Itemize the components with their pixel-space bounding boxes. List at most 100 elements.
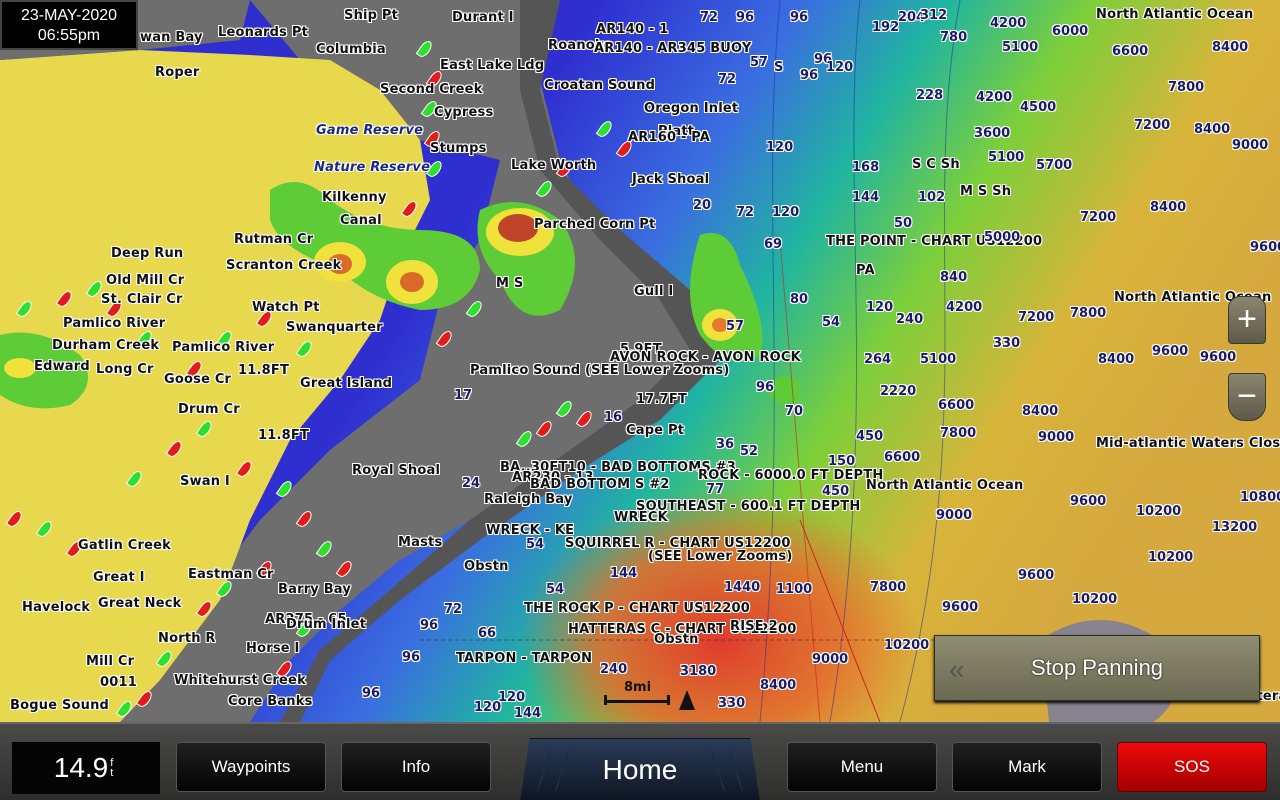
sos-button[interactable]: SOS [1117,742,1267,792]
chart-map[interactable]: Ship Pt Durant I wan Bay Leonards Pt Columbi… [0,0,1280,722]
place-label: AR160 - PA [628,130,711,145]
depth-sounding: 10200 [1148,550,1194,565]
place-label: Masts [398,535,443,550]
place-label: Core Banks [228,694,313,709]
depth-sounding: 7800 [940,426,977,441]
place-label: Oregon Inlet [644,101,739,116]
place-label: Whitehurst Creek [174,673,306,688]
home-button[interactable]: Home [520,738,760,800]
depth-sounding: S [774,60,784,75]
place-label: M S [496,276,524,291]
depth-sounding: 4200 [976,90,1013,105]
depth-sounding: 240 [896,312,924,327]
place-label: Ship Pt [344,8,399,23]
double-chevron-left-icon: « [949,654,965,685]
home-label: Home [602,754,678,785]
depth-sounding: 840 [940,270,968,285]
depth-sounding: 120 [772,205,800,220]
place-label: Pamlico River [172,340,275,355]
info-button[interactable]: Info [341,742,491,792]
depth-sounding: 9600 [1152,344,1189,359]
place-label: Durham Creek [52,338,160,353]
depth-sounding: 9600 [942,600,979,615]
bottom-toolbar: 14.9 ft Waypoints Info Home Menu Mark SO… [0,722,1280,800]
depth-sounding: 72 [718,72,737,87]
scale-bar: 8mi [604,680,674,705]
depth-sounding: 240 [600,662,628,677]
depth-sounding: 10200 [884,638,930,653]
depth-sounding: 2220 [880,384,917,399]
depth-sounding: 120 [866,300,894,315]
scale-line [604,695,670,705]
depth-sounding: 7800 [1070,306,1107,321]
area-label: Game Reserve [316,123,424,138]
depth-sounding: 264 [864,352,892,367]
menu-button[interactable]: Menu [787,742,937,792]
zoom-in-button[interactable]: + [1228,296,1266,344]
depth-sounding: 150 [828,454,856,469]
depth-sounding: 77 [706,482,725,497]
place-label: Deep Run [111,246,184,261]
zoom-out-button[interactable]: − [1228,373,1266,421]
depth-sounding: 52 [740,444,759,459]
depth-sounding: 120 [474,700,502,715]
place-label: Leonards Pt [218,25,308,40]
depth-value: 14.9 [53,752,109,783]
depth-sounding: 7200 [1018,310,1055,325]
place-label: AR140 - AR345 BUOY [594,41,752,56]
depth-sounding: 168 [852,160,880,175]
depth-sounding: 9000 [812,652,849,667]
depth-sounding: 450 [856,429,884,444]
place-label: BAD BOTTOM S #2 [530,477,670,492]
scale-label: 8mi [624,680,652,695]
mark-button[interactable]: Mark [952,742,1102,792]
place-label: Edward [34,359,90,374]
depth-sounding: 780 [940,30,968,45]
depth-sounding: 10200 [1136,504,1182,519]
depth-sounding: 7800 [870,580,907,595]
depth-sounding: 8400 [1194,122,1231,137]
depth-sounding: 10200 [1072,592,1118,607]
place-label: Swan I [180,474,230,489]
place-label: Columbia [316,42,386,57]
place-label: North R [158,631,216,646]
depth-sounding: 5700 [1036,158,1073,173]
depth-sounding: 57 [726,319,745,334]
depth-sounding: 5100 [1002,40,1039,55]
depth-sounding: 9000 [1232,138,1269,153]
depth-sounding: 9600 [1070,494,1107,509]
place-label: 11.8FT [238,363,290,378]
depth-sounding: 8400 [760,678,797,693]
place-label: Kilkenny [322,190,387,205]
place-label: Canal [340,213,382,228]
place-label: Durant I [452,10,514,25]
stop-panning-button[interactable]: « Stop Panning [934,635,1260,701]
place-label: PA [856,263,875,278]
depth-sounding: 20 [693,198,712,213]
place-label: Great Island [300,376,393,391]
depth-sounding: 96 [402,650,421,665]
place-label: Mill Cr [86,654,135,669]
place-label: Jack Shoal [632,172,710,187]
place-label: S C Sh [912,157,960,172]
depth-sounding: 7200 [1080,210,1117,225]
place-label: Rutman Cr [234,232,314,247]
place-label: 0011 [100,675,137,690]
place-label: Watch Pt [252,300,320,315]
depth-sounding: 57 [750,55,769,70]
place-label: RISE 2 [730,619,778,634]
depth-sounding: 8400 [1022,404,1059,419]
depth-sounding: 10800 [1240,490,1280,505]
depth-sounding: 96 [790,10,809,25]
place-label: M S Sh [960,184,1012,199]
depth-sounding: 96 [420,618,439,633]
place-label: East Lake Ldg [440,58,545,73]
place-label: Bogue Sound [10,698,110,713]
waypoints-button[interactable]: Waypoints [176,742,326,792]
place-label: Lake Worth [511,158,597,173]
place-label: Scranton Creek [226,258,342,273]
depth-sounding: 5100 [988,150,1025,165]
depth-sounding: 13200 [1212,520,1258,535]
place-label: Horse I [246,641,300,656]
depth-sounding: 6000 [1052,24,1089,39]
